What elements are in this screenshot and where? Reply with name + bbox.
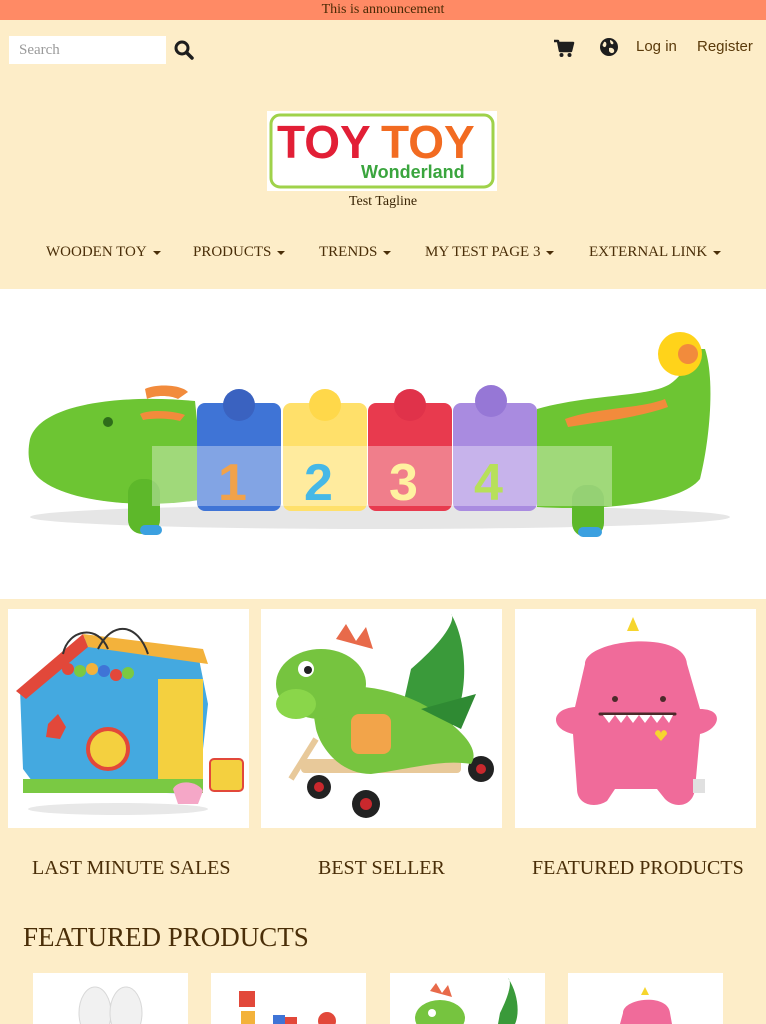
register-link[interactable]: Register (697, 38, 753, 55)
store-logo[interactable]: TOY TOY Wonderland (267, 111, 497, 191)
category-card-last-minute-sales[interactable] (8, 609, 249, 828)
nav-label: EXTERNAL LINK (589, 244, 708, 260)
login-link[interactable]: Log in (636, 38, 677, 55)
nav-item-trends[interactable]: TRENDS (319, 244, 392, 261)
logo-wonderland: Wonderland (361, 162, 465, 182)
product-thumb-pink-monster[interactable] (568, 973, 723, 1024)
caret-down-icon (383, 250, 392, 255)
logo-toy-red: TOY (277, 116, 371, 168)
dragon-thumb-image (415, 978, 518, 1024)
hero-crocodile-toy-image: 1 2 3 4 (28, 332, 730, 537)
nav-item-my-test-page-3[interactable]: MY TEST PAGE 3 (425, 244, 555, 261)
pink-monster-plush-image (555, 617, 717, 805)
nav-label: TRENDS (319, 244, 378, 260)
globe-icon[interactable] (598, 36, 620, 58)
hero-number-2: 2 (304, 454, 333, 512)
cart-icon[interactable] (553, 37, 575, 59)
product-thumb-white-shoes[interactable] (33, 973, 188, 1024)
nav-label: MY TEST PAGE 3 (425, 244, 541, 260)
main-nav: WOODEN TOY PRODUCTS TRENDS MY TEST PAGE … (0, 244, 766, 266)
announcement-text: This is announcement (321, 2, 445, 17)
wooden-house-toy-image (16, 628, 244, 815)
hero-number-4: 4 (474, 454, 503, 512)
hero-banner[interactable]: 1 2 3 4 (0, 289, 766, 599)
product-thumb-dragon[interactable] (390, 973, 545, 1024)
category-title-featured-products[interactable]: FEATURED PRODUCTS (532, 857, 744, 880)
tagline: Test Tagline (348, 194, 418, 209)
category-card-best-seller[interactable] (261, 609, 502, 828)
nav-item-external-link[interactable]: EXTERNAL LINK (589, 244, 722, 261)
hero-number-3: 3 (389, 454, 418, 512)
dragon-ride-on-toy-image (276, 614, 494, 818)
product-thumb-blocks[interactable] (211, 973, 366, 1024)
nav-label: PRODUCTS (193, 244, 272, 260)
white-shoes-image (78, 986, 143, 1024)
nav-item-wooden-toy[interactable]: WOODEN TOY (46, 244, 161, 261)
featured-products-heading: FEATURED PRODUCTS (23, 922, 309, 952)
logo-toy-orange: TOY (381, 116, 475, 168)
caret-down-icon (277, 250, 286, 255)
category-title-last-minute-sales[interactable]: LAST MINUTE SALES (32, 857, 231, 880)
nav-label: WOODEN TOY (46, 244, 147, 260)
search-input[interactable] (9, 36, 166, 64)
hero-number-1: 1 (218, 454, 247, 512)
pink-monster-thumb-image (620, 987, 672, 1024)
search-icon[interactable] (172, 38, 196, 62)
caret-down-icon (152, 250, 161, 255)
wooden-blocks-image (239, 991, 336, 1024)
announcement-bar: This is announcement (0, 0, 766, 20)
caret-down-icon (713, 250, 722, 255)
category-card-featured-products[interactable] (515, 609, 756, 828)
logo-graphic: TOY TOY Wonderland (269, 113, 495, 189)
nav-item-products[interactable]: PRODUCTS (193, 244, 286, 261)
caret-down-icon (546, 250, 555, 255)
category-title-best-seller[interactable]: BEST SELLER (318, 857, 445, 880)
